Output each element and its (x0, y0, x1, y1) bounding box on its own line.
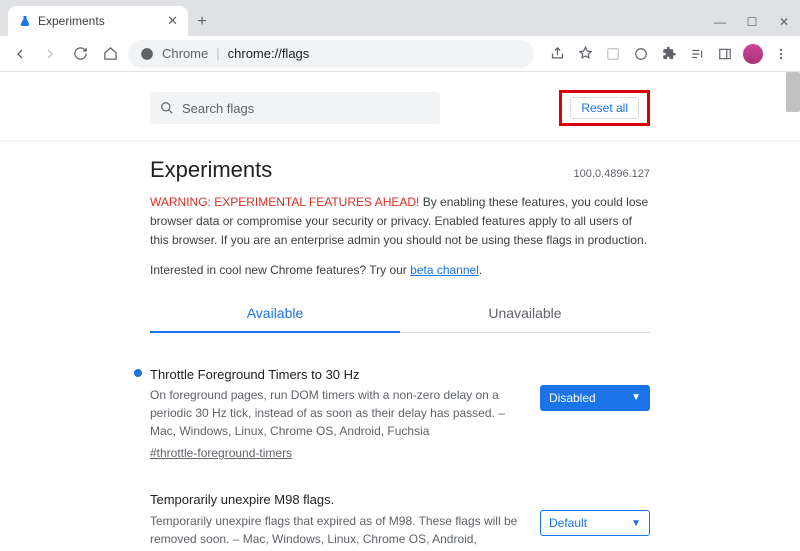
flag-dropdown[interactable]: Default ▼ (540, 510, 650, 536)
reload-button[interactable] (68, 42, 92, 66)
interest-row: Interested in cool new Chrome features? … (150, 263, 650, 277)
warning-label: WARNING: EXPERIMENTAL FEATURES AHEAD! (150, 195, 419, 209)
tab-available[interactable]: Available (150, 295, 400, 333)
chevron-down-icon: ▼ (631, 392, 641, 403)
search-row: Search flags Reset all (0, 72, 800, 141)
tab-title: Experiments (38, 14, 161, 28)
flag-info: Throttle Foreground Timers to 30 HzOn fo… (150, 365, 520, 463)
scrollbar-thumb[interactable] (786, 72, 800, 112)
flag-description: Temporarily unexpire flags that expired … (150, 512, 520, 551)
flag-title: Throttle Foreground Timers to 30 Hz (150, 365, 520, 385)
search-icon (160, 101, 174, 115)
close-icon[interactable]: ✕ (167, 13, 178, 29)
version-text: 100.0.4896.127 (574, 168, 650, 180)
profile-avatar[interactable] (742, 43, 764, 65)
flag-description: On foreground pages, run DOM timers with… (150, 386, 520, 440)
page-content: Search flags Reset all Experiments 100.0… (0, 72, 800, 551)
experiments-header: Experiments 100.0.4896.127 (150, 157, 650, 183)
ext2-icon[interactable] (630, 43, 652, 65)
warning-block: WARNING: EXPERIMENTAL FEATURES AHEAD! By… (150, 193, 650, 251)
search-input[interactable]: Search flags (150, 92, 440, 124)
address-bar[interactable]: Chrome | chrome://flags (128, 40, 534, 68)
flag-tabs: Available Unavailable (150, 295, 650, 333)
flag-row: Throttle Foreground Timers to 30 HzOn fo… (150, 351, 650, 477)
home-button[interactable] (98, 42, 122, 66)
flag-row: Temporarily unexpire M98 flags.Temporari… (150, 476, 650, 551)
extensions-icon[interactable] (658, 43, 680, 65)
maximize-button[interactable]: ☐ (736, 8, 768, 36)
window-controls: — ☐ ✕ (704, 8, 800, 36)
chrome-icon (140, 47, 154, 61)
menu-icon[interactable] (770, 43, 792, 65)
page-title: Experiments (150, 157, 272, 183)
modified-dot-icon (134, 369, 142, 377)
dropdown-value: Disabled (549, 391, 596, 405)
forward-button[interactable] (38, 42, 62, 66)
ext1-icon[interactable] (602, 43, 624, 65)
titlebar: Experiments ✕ + — ☐ ✕ (0, 0, 800, 36)
url-protocol: Chrome (162, 46, 208, 61)
flag-title: Temporarily unexpire M98 flags. (150, 490, 520, 510)
toolbar-actions (540, 43, 792, 65)
reset-all-button[interactable]: Reset all (570, 97, 639, 119)
panel-icon[interactable] (714, 43, 736, 65)
reset-all-highlight: Reset all (559, 90, 650, 126)
back-button[interactable] (8, 42, 32, 66)
beta-channel-link[interactable]: beta channel (410, 263, 479, 277)
chevron-down-icon: ▼ (631, 518, 641, 529)
flag-dropdown[interactable]: Disabled ▼ (540, 385, 650, 411)
minimize-button[interactable]: — (704, 8, 736, 36)
bookmark-icon[interactable] (574, 43, 596, 65)
flags-list: Throttle Foreground Timers to 30 HzOn fo… (150, 351, 650, 551)
tab-unavailable[interactable]: Unavailable (400, 295, 650, 333)
flask-icon (18, 14, 32, 28)
url-text: chrome://flags (228, 46, 310, 61)
close-button[interactable]: ✕ (768, 8, 800, 36)
flag-tag-link[interactable]: #throttle-foreground-timers (150, 444, 292, 462)
search-placeholder: Search flags (182, 101, 254, 116)
new-tab-button[interactable]: + (188, 8, 216, 36)
browser-toolbar: Chrome | chrome://flags (0, 36, 800, 72)
dropdown-value: Default (549, 516, 587, 530)
reading-list-icon[interactable] (686, 43, 708, 65)
share-icon[interactable] (546, 43, 568, 65)
browser-tab[interactable]: Experiments ✕ (8, 6, 188, 36)
flag-info: Temporarily unexpire M98 flags.Temporari… (150, 490, 520, 551)
